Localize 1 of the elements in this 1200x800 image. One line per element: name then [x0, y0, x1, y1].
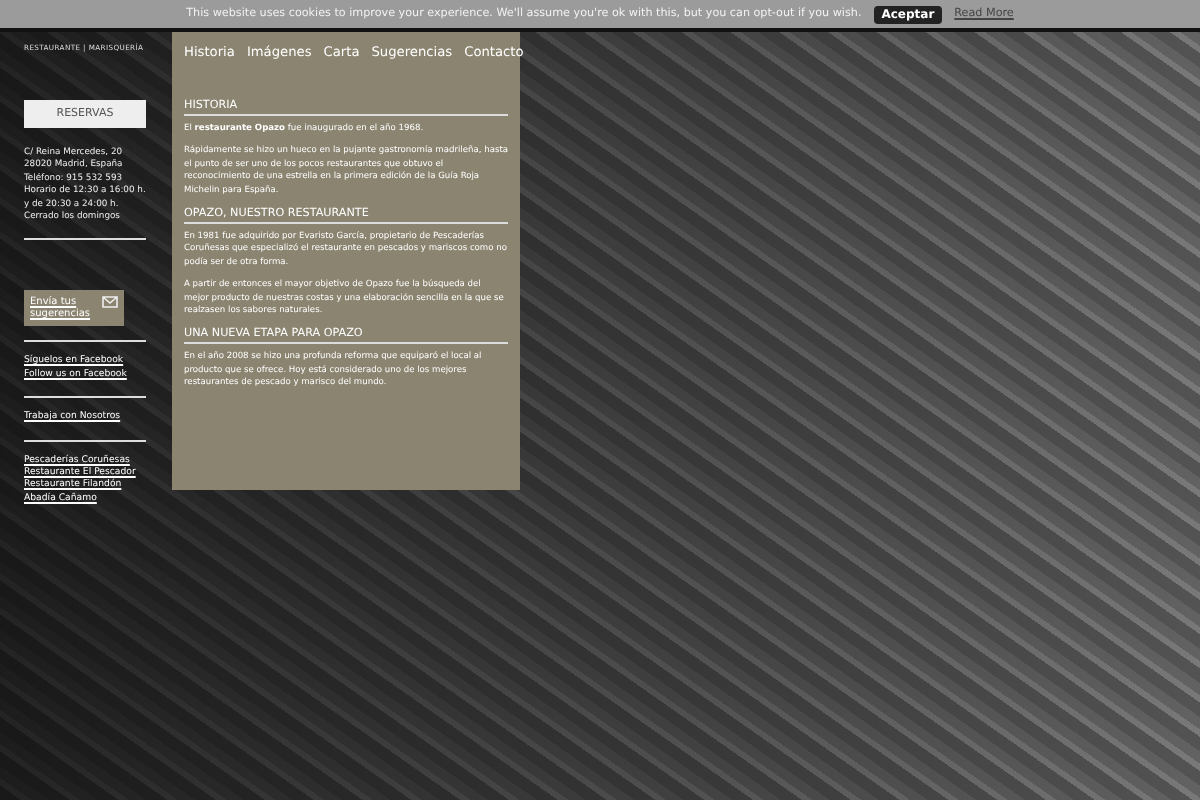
envelope-icon: [102, 296, 118, 309]
